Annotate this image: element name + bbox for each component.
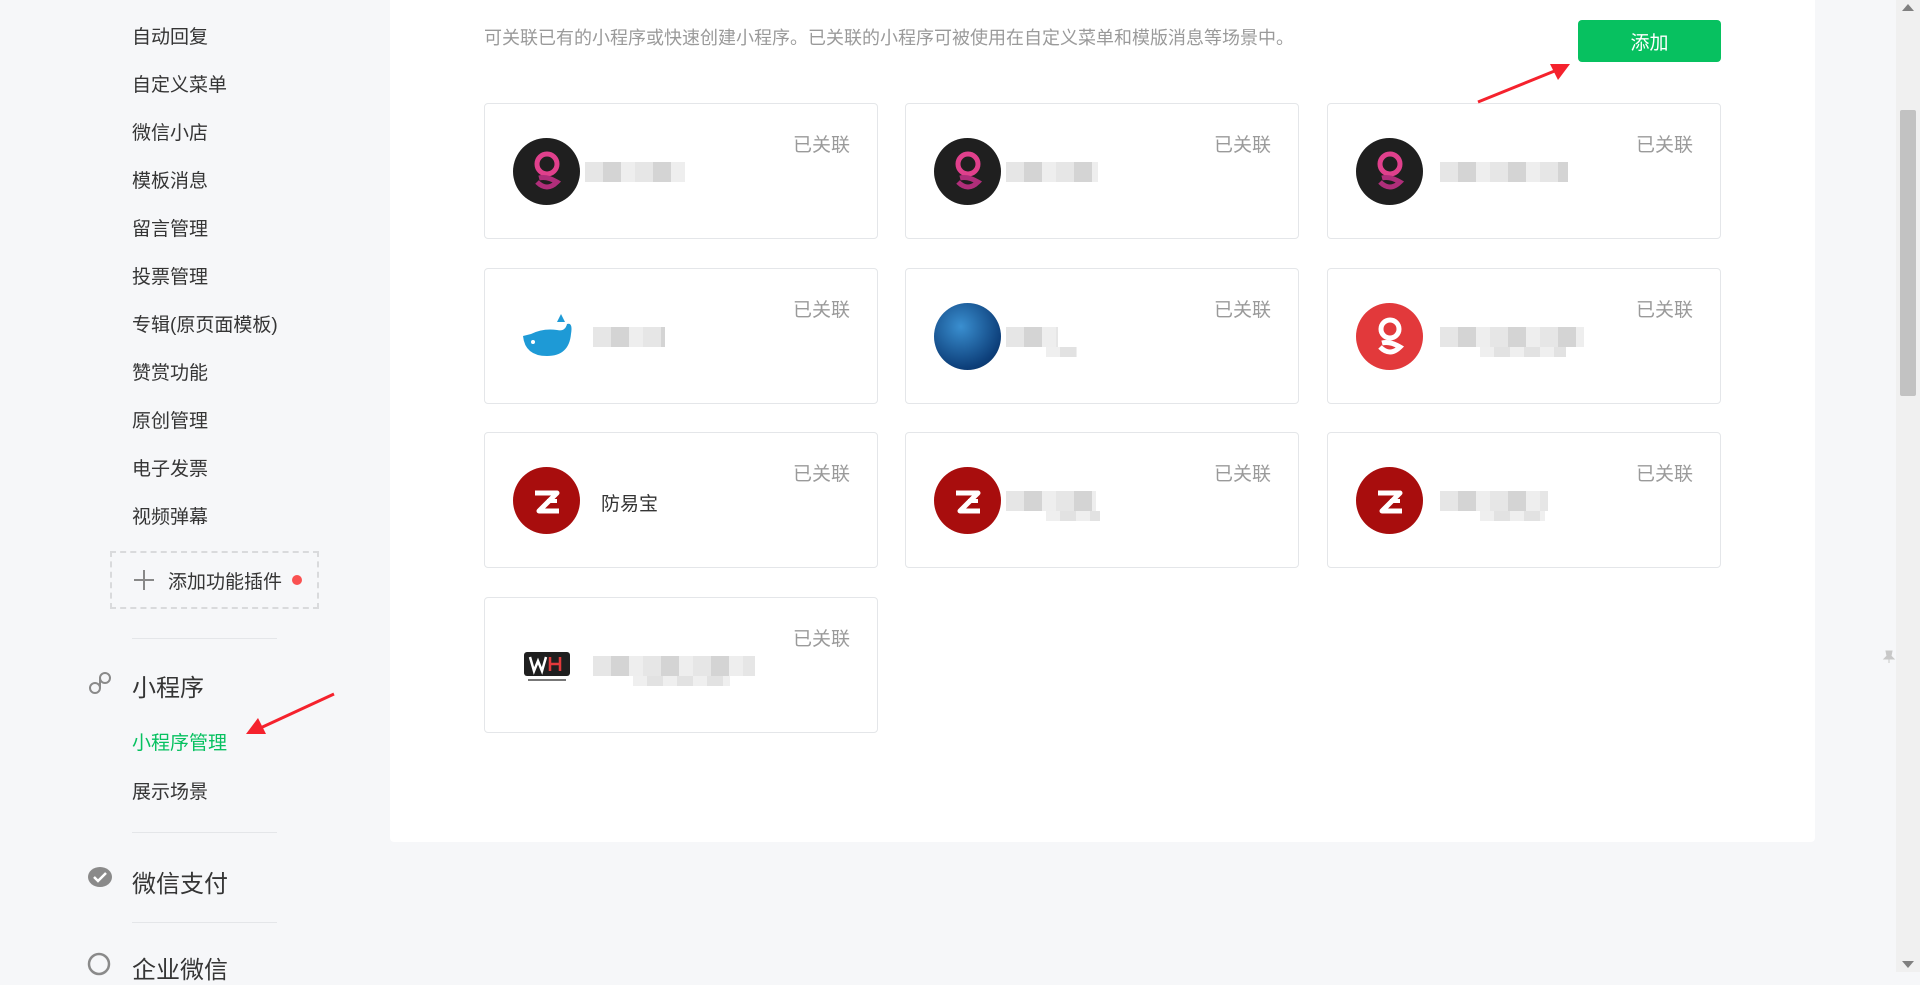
divider — [132, 832, 277, 833]
sidebar-item-comment-management[interactable]: 留言管理 — [132, 214, 208, 241]
status-label: 已关联 — [792, 629, 850, 650]
status-label: 已关联 — [1213, 300, 1271, 321]
page-description: 可关联已有的小程序或快速创建小程序。已关联的小程序可被使用在自定义菜单和模版消息… — [484, 28, 1294, 48]
mini-program-card[interactable]: 已关联 — [905, 268, 1299, 404]
section-title-mini-program[interactable]: 小程序 — [132, 668, 204, 703]
section-title-wechat-pay[interactable]: 微信支付 — [132, 864, 228, 899]
add-button[interactable]: 添加 — [1578, 20, 1721, 62]
mini-program-card[interactable]: 已关联 — [1327, 432, 1721, 568]
add-plugin-label: 添加功能插件 — [168, 571, 283, 593]
status-label: 已关联 — [792, 135, 850, 156]
wecom-icon — [87, 952, 111, 976]
status-label: 已关联 — [792, 464, 850, 485]
sidebar-item-wechat-store[interactable]: 微信小店 — [132, 118, 208, 145]
blurred-name — [1440, 162, 1568, 182]
blurred-name — [585, 162, 685, 182]
mini-program-card[interactable]: 防易宝 已关联 — [484, 432, 878, 568]
add-plugin-button[interactable]: 添加功能插件 — [110, 551, 319, 609]
ocean-logo-icon — [934, 303, 1001, 370]
blurred-name — [593, 327, 665, 347]
mini-program-card[interactable]: 已关联 — [484, 268, 878, 404]
status-label: 已关联 — [1635, 300, 1693, 321]
mini-program-card[interactable]: 已关联 — [905, 432, 1299, 568]
status-label: 已关联 — [1213, 135, 1271, 156]
fyb-logo-icon — [934, 467, 1001, 534]
sidebar-item-mini-program-management[interactable]: 小程序管理 — [132, 728, 227, 755]
mini-program-card[interactable]: 已关联 — [484, 103, 878, 239]
sidebar-item-custom-menu[interactable]: 自定义菜单 — [132, 70, 227, 97]
vertical-scrollbar[interactable] — [1896, 0, 1920, 972]
blurred-name — [1006, 491, 1100, 521]
g-red-logo-icon — [1356, 303, 1423, 370]
annotation-arrow-icon — [1477, 64, 1570, 104]
sidebar-item-album[interactable]: 专辑(原页面模板) — [132, 310, 278, 337]
sidebar-item-auto-reply[interactable]: 自动回复 — [132, 22, 208, 49]
plus-icon — [134, 570, 154, 590]
divider — [132, 922, 277, 923]
section-title-wecom[interactable]: 企业微信 — [132, 950, 228, 985]
blurred-name — [1006, 162, 1098, 182]
notification-dot — [292, 575, 303, 585]
wechat-pay-icon — [88, 867, 112, 887]
status-label: 已关联 — [1635, 135, 1693, 156]
mini-program-card[interactable]: 已关联 — [905, 103, 1299, 239]
blurred-name — [593, 656, 755, 686]
sidebar-item-template-message[interactable]: 模板消息 — [132, 166, 208, 193]
mini-program-name: 防易宝 — [601, 494, 659, 515]
pin-icon[interactable] — [1882, 650, 1896, 664]
divider — [132, 638, 277, 639]
sidebar-item-video-danmaku[interactable]: 视频弹幕 — [132, 502, 208, 529]
sidebar-item-original[interactable]: 原创管理 — [132, 406, 208, 433]
blurred-name — [1440, 491, 1548, 521]
g-dark-logo-icon — [1356, 138, 1423, 205]
annotation-arrow-icon — [246, 692, 335, 734]
sidebar-item-reward[interactable]: 赞赏功能 — [132, 358, 208, 385]
status-label: 已关联 — [1213, 464, 1271, 485]
scroll-down-icon[interactable] — [1902, 961, 1914, 968]
fyb-logo-icon — [1356, 467, 1423, 534]
fyb-logo-icon — [513, 467, 580, 534]
g-dark-logo-icon — [513, 138, 580, 205]
link-icon — [89, 672, 111, 694]
mini-program-card[interactable]: 已关联 — [1327, 268, 1721, 404]
status-label: 已关联 — [1635, 464, 1693, 485]
wh-logo-icon — [513, 632, 580, 699]
mini-program-card[interactable]: 已关联 — [1327, 103, 1721, 239]
scroll-up-icon[interactable] — [1902, 4, 1914, 11]
mini-program-card[interactable]: 已关联 — [484, 597, 878, 733]
sidebar-item-vote-management[interactable]: 投票管理 — [132, 262, 208, 289]
scroll-thumb[interactable] — [1900, 110, 1916, 396]
status-label: 已关联 — [792, 300, 850, 321]
g-dark-logo-icon — [934, 138, 1001, 205]
sidebar: 自动回复 自定义菜单 微信小店 模板消息 留言管理 投票管理 专辑(原页面模板)… — [0, 0, 385, 984]
blurred-name — [1006, 327, 1078, 357]
sidebar-item-display-scene[interactable]: 展示场景 — [132, 777, 208, 804]
sidebar-item-e-invoice[interactable]: 电子发票 — [132, 454, 208, 481]
blurred-name — [1440, 327, 1584, 357]
whale-logo-icon — [513, 303, 580, 370]
